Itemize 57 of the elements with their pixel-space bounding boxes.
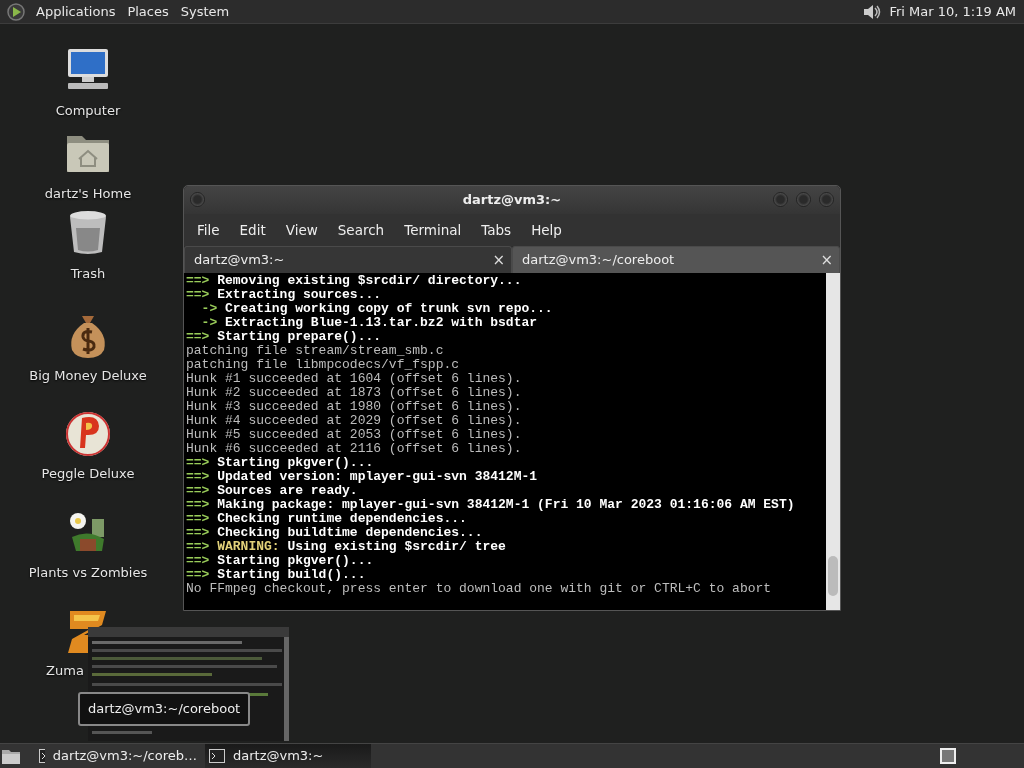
close-tab-button[interactable]: × [818, 252, 835, 268]
workspace-switcher[interactable] [940, 748, 956, 764]
clock[interactable]: Fri Mar 10, 1:19 AM [883, 0, 1022, 24]
terminal-line: ==> Sources are ready. [186, 484, 358, 498]
terminal-line: ==> Starting build()... [186, 568, 366, 582]
terminal-icon [39, 749, 45, 763]
terminal-line: patching file libmpcodecs/vf_fspp.c [186, 358, 460, 372]
icon-label[interactable]: Big Money Deluxe [29, 366, 147, 386]
taskbar-button[interactable]: dartz@vm3:~/coreb… [35, 744, 201, 768]
menu-item[interactable]: Help [521, 219, 572, 241]
window-title: dartz@vm3:~ [462, 191, 562, 210]
menu-item[interactable]: Tabs [471, 219, 522, 241]
icon-label[interactable]: Zuma [46, 661, 84, 681]
logo-icon[interactable] [6, 1, 26, 22]
terminal-line: ==> Updated version: mplayer-gui-svn 38412M-1 [186, 470, 538, 484]
tab-label: dartz@vm3:~ [194, 251, 285, 270]
icon-label[interactable]: Peggle Deluxe [41, 464, 135, 484]
menu-item[interactable]: Terminal [394, 219, 472, 241]
terminal-icon [209, 749, 225, 763]
menu-item[interactable]: View [275, 219, 328, 241]
icon-label[interactable]: Trash [70, 264, 106, 284]
terminal-line: Hunk #2 succeeded at 1873 (offset 6 lines). [186, 386, 522, 400]
terminal-line: ==> Removing existing $srcdir/ directory... [186, 274, 522, 288]
terminal-line: ==> WARNING: Using existing $srcdir/ tree [186, 540, 506, 554]
menu-item[interactable]: File [187, 219, 230, 241]
panel-menu[interactable]: Applications [30, 0, 122, 24]
terminal-line: ==> Making package: mplayer-gui-svn 38412M-1 (Fri 10 Mar 2023 01:16:06 AM EST) [186, 498, 795, 512]
terminal-line: ==> Starting pkgver()... [186, 554, 374, 568]
terminal-line: -> Extracting Blue-1.13.tar.bz2 with bsdtar [200, 316, 538, 330]
terminal-line: patching file stream/stream_smb.c [186, 344, 444, 358]
terminal-line: Hunk #3 succeeded at 1980 (offset 6 lines). [186, 400, 522, 414]
terminal-line: ==> Starting prepare()... [186, 330, 382, 344]
terminal-line: ==> Checking runtime dependencies... [186, 512, 467, 526]
terminal-tab[interactable]: dartz@vm3:~ × [184, 246, 512, 273]
terminal-line: ==> Extracting sources... [186, 288, 382, 302]
close-tab-button[interactable]: × [490, 252, 507, 268]
terminal-line: Hunk #5 succeeded at 2053 (offset 6 lines). [186, 428, 522, 442]
terminal-line: Hunk #6 succeeded at 2116 (offset 6 lines). [186, 442, 522, 456]
scrollbar-thumb[interactable] [828, 556, 838, 596]
terminal-line: -> Creating working copy of trunk svn repo... [200, 302, 553, 316]
taskbar-button[interactable]: dartz@vm3:~ [205, 744, 371, 768]
terminal-line: Hunk #1 succeeded at 1604 (offset 6 lines). [186, 372, 522, 386]
menu-item[interactable]: Edit [229, 219, 276, 241]
menu-item[interactable]: Search [327, 219, 395, 241]
icon-label[interactable]: Computer [55, 101, 121, 121]
terminal-line: ==> Starting pkgver()... [186, 456, 374, 470]
tab-label: dartz@vm3:~/coreboot [522, 251, 675, 270]
tooltip: dartz@vm3:~/coreboot [78, 692, 251, 726]
terminal-line: Hunk #4 succeeded at 2029 (offset 6 lines). [186, 414, 522, 428]
scrollbar[interactable] [826, 273, 840, 610]
terminal-line: No FFmpeg checkout, press enter to download one with git or CTRL+C to abort [186, 582, 772, 596]
icon-label[interactable]: Plants vs Zombies [28, 563, 148, 583]
panel-menu[interactable]: System [174, 0, 236, 24]
panel-menu[interactable]: Places [121, 0, 175, 24]
icon-label[interactable]: dartz's Home [44, 184, 132, 204]
terminal-line: ==> Checking buildtime dependencies... [186, 526, 483, 540]
terminal-tab[interactable]: dartz@vm3:~/coreboot × [512, 246, 840, 273]
